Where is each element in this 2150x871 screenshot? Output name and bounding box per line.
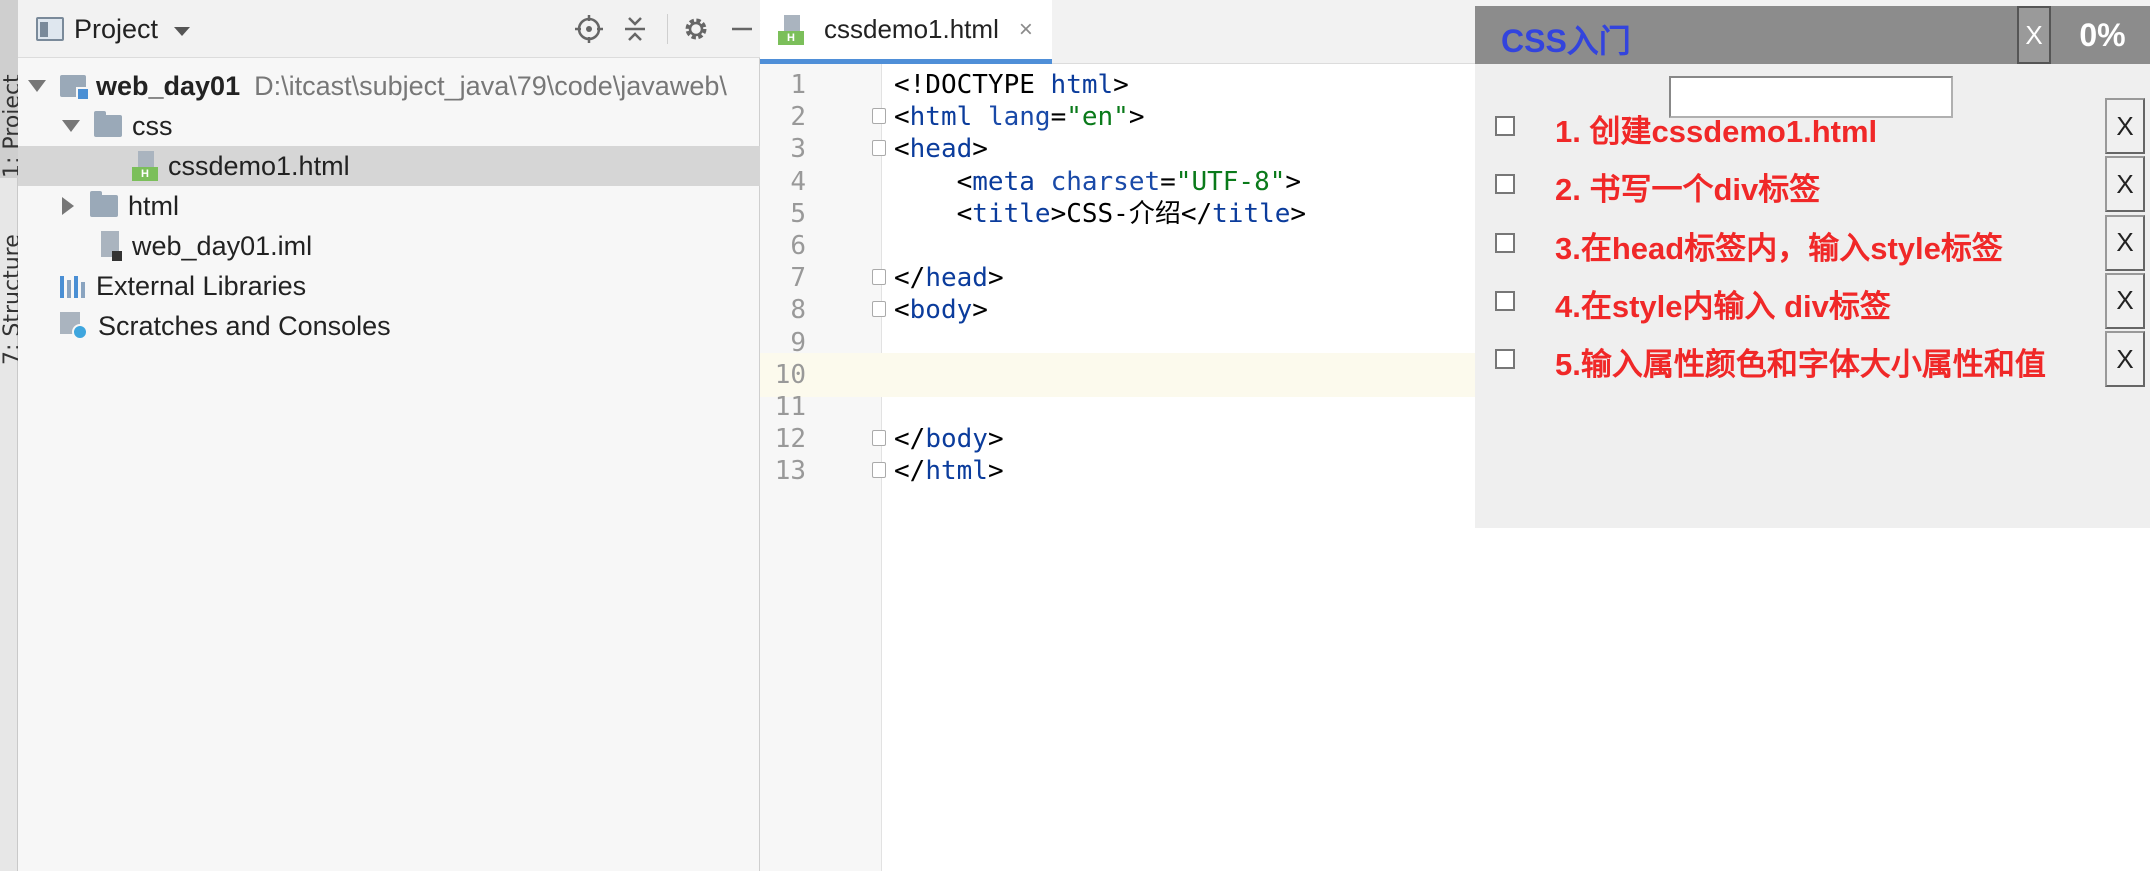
project-view-selector[interactable]: Project — [36, 13, 191, 44]
structure-tool-tab[interactable]: 7: Structure — [0, 200, 18, 365]
fold-marker-icon[interactable] — [872, 269, 886, 286]
gear-icon[interactable] — [678, 14, 714, 44]
task-checkbox[interactable] — [1495, 174, 1515, 195]
checklist-title: CSS入门 — [1501, 23, 1631, 59]
progress-percent: 0% — [2079, 16, 2126, 53]
tree-item-scratches[interactable]: Scratches and Consoles — [18, 306, 760, 346]
module-folder-icon — [60, 75, 90, 101]
task-checklist-widget: CSS入门 X 0% 1. 创建cssdemo1.html X 2. 书写一个div… — [1475, 6, 2150, 528]
ide-window: 1: Project 7: Structure Project web_day0… — [0, 0, 2150, 871]
tree-item-cssdemo1[interactable]: H cssdemo1.html — [18, 146, 760, 186]
html-file-icon: H — [778, 14, 804, 45]
fold-marker-icon[interactable] — [872, 301, 886, 318]
task-item: 5.输入属性颜色和字体大小属性和值 X — [1475, 327, 2150, 388]
task-checkbox[interactable] — [1495, 290, 1515, 311]
project-tool-tab[interactable]: 1: Project — [0, 0, 18, 178]
task-item: 3.在head标签内，输入style标签 X — [1475, 211, 2150, 271]
delete-task-button[interactable]: X — [2105, 98, 2145, 154]
tab-cssdemo1[interactable]: H cssdemo1.html × — [760, 0, 1052, 64]
task-checkbox[interactable] — [1495, 349, 1515, 370]
task-item: 2. 书写一个div标签 X — [1475, 152, 2150, 213]
tree-item-label: css — [132, 110, 173, 141]
collapse-all-icon[interactable] — [617, 14, 653, 44]
tree-item-label: html — [128, 190, 180, 221]
task-checkbox[interactable] — [1495, 116, 1515, 136]
task-label: 2. 书写一个div标签 — [1555, 172, 1821, 208]
tree-item-label: External Libraries — [96, 270, 307, 301]
task-item: 1. 创建cssdemo1.html X — [1475, 94, 2150, 154]
close-icon[interactable]: × — [1019, 16, 1033, 44]
delete-task-button[interactable]: X — [2105, 214, 2145, 271]
project-panel-header: Project — [18, 0, 760, 58]
project-panel-title: Project — [74, 13, 159, 44]
toolbar-divider — [667, 14, 668, 44]
tree-item-label: Scratches and Consoles — [98, 310, 391, 341]
code-text: </html> — [894, 456, 1004, 487]
task-item: 4.在style内输入 div标签 X — [1475, 269, 2150, 329]
scratches-icon — [60, 312, 88, 340]
task-label: 3.在head标签内，输入style标签 — [1555, 230, 2003, 266]
tab-label: cssdemo1.html — [824, 14, 999, 44]
checklist-close-button[interactable]: X — [2017, 6, 2051, 64]
task-checkbox[interactable] — [1495, 232, 1515, 253]
tree-item-css[interactable]: css — [18, 106, 760, 146]
project-tree: web_day01 D:\itcast\subject_java\79\code… — [18, 66, 760, 346]
library-icon — [60, 274, 86, 298]
folder-icon — [94, 111, 122, 137]
tree-item-html[interactable]: html — [18, 186, 760, 226]
delete-task-button[interactable]: X — [2105, 331, 2145, 388]
chevron-down-icon — [174, 26, 191, 36]
project-panel: Project web_day01 D:\itcast\subject_java… — [18, 0, 760, 871]
fold-marker-icon[interactable] — [872, 462, 886, 479]
fold-marker-icon[interactable] — [872, 430, 886, 447]
tree-item-external-libraries[interactable]: External Libraries — [18, 266, 760, 306]
expand-arrow-icon[interactable] — [62, 120, 80, 132]
minimize-icon[interactable] — [724, 14, 760, 44]
fold-marker-icon[interactable] — [872, 108, 886, 125]
module-path: D:\itcast\subject_java\79\code\javaweb\ — [254, 70, 727, 101]
task-label: 4.在style内输入 div标签 — [1555, 288, 1891, 324]
tool-window-strip: 1: Project 7: Structure — [0, 0, 18, 871]
fold-marker-icon[interactable] — [872, 140, 886, 157]
tree-item-label: cssdemo1.html — [168, 150, 350, 181]
task-label: 1. 创建cssdemo1.html — [1555, 114, 1878, 149]
html-file-icon: H — [132, 151, 158, 181]
project-panel-toolbar — [561, 14, 760, 44]
line-number: 13 — [774, 456, 806, 487]
expand-arrow-icon[interactable] — [28, 80, 46, 92]
tree-item-label: web_day01.iml — [132, 230, 313, 261]
tree-item-iml[interactable]: web_day01.iml — [18, 226, 760, 266]
collapse-arrow-icon[interactable] — [62, 197, 74, 215]
delete-task-button[interactable]: X — [2105, 272, 2145, 329]
folder-icon — [90, 191, 118, 217]
project-window-icon — [36, 17, 64, 41]
delete-task-button[interactable]: X — [2105, 156, 2145, 213]
checklist-header[interactable]: CSS入门 X 0% — [1475, 6, 2150, 64]
task-label: 5.输入属性颜色和字体大小属性和值 — [1555, 347, 2046, 383]
project-tool-tab-label: 1: Project — [0, 74, 18, 178]
tree-item-label: web_day01 — [96, 70, 241, 101]
tree-item-web-day01[interactable]: web_day01 D:\itcast\subject_java\79\code… — [18, 66, 760, 106]
structure-tool-tab-label: 7: Structure — [0, 234, 18, 365]
iml-file-icon — [98, 231, 122, 261]
locate-icon[interactable] — [571, 14, 607, 44]
